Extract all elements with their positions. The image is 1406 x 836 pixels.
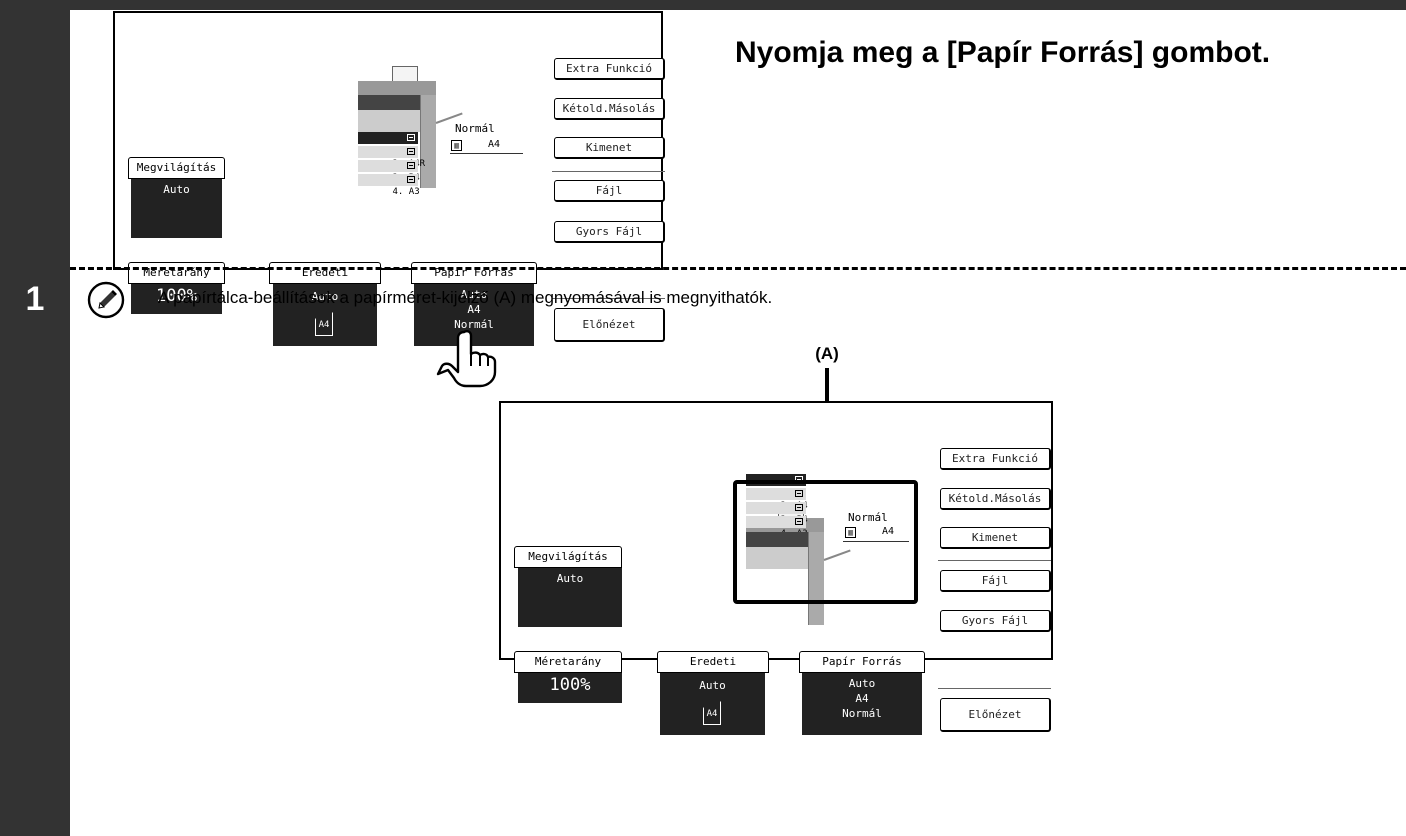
bypass-tray-icon: ▥ <box>451 140 462 151</box>
tray-icon <box>407 148 415 155</box>
copier-panel-secondary: 1. A4 2. A4R 3. B4 4. A3 Normál ▥ A4 Ext… <box>499 401 1053 735</box>
top-bar <box>0 0 1406 10</box>
tray-2[interactable]: 2. A4R <box>358 146 425 169</box>
tray-list[interactable]: 1. A4 2. A4R 3. B4 4. A3 <box>358 132 425 197</box>
output-tray-icon <box>392 66 418 82</box>
note-text: A papírtálca-beállítások a papírméret-ki… <box>158 288 773 307</box>
paper-source-value-box[interactable]: Auto A4 Normál <box>802 673 922 735</box>
quick-file-button[interactable]: Gyors Fájl <box>554 221 665 243</box>
original-value-box[interactable]: Auto A4 <box>660 673 765 735</box>
exposure-tab[interactable]: Megvilágítás <box>128 157 225 179</box>
copier-panel-main: 1. A4 2. A4R 3. B4 4. A3 Normál ▥ A4 Ext… <box>113 11 665 346</box>
file-button[interactable]: Fájl <box>940 570 1051 592</box>
instruction-heading: Nyomja meg a [Papír Forrás] gombot. <box>735 36 1271 69</box>
duplex-copy-button[interactable]: Kétold.Másolás <box>940 488 1051 510</box>
exposure-tab[interactable]: Megvilágítás <box>514 546 622 568</box>
original-tab[interactable]: Eredeti <box>657 651 769 673</box>
exposure-value: Auto <box>163 183 190 196</box>
paper-source-tab[interactable]: Papír Forrás <box>799 651 925 673</box>
paper-size-display-highlight[interactable] <box>733 480 918 604</box>
bypass-type: Normál <box>455 122 495 135</box>
step-number: 1 <box>25 280 45 318</box>
exposure-value-box[interactable]: Auto <box>518 568 622 627</box>
preview-button[interactable]: Előnézet <box>940 698 1051 732</box>
tray-icon <box>407 134 415 141</box>
tray-3[interactable]: 3. B4 <box>358 160 420 183</box>
file-button[interactable]: Fájl <box>554 180 665 202</box>
ratio-tab[interactable]: Méretarány <box>514 651 622 673</box>
paper-source-line1: Auto <box>848 677 876 690</box>
paper-source-line2: A4 <box>855 692 869 705</box>
tray-4[interactable]: 4. A3 <box>358 174 420 197</box>
exposure-value-box[interactable]: Auto <box>131 179 222 238</box>
original-size: A4 <box>318 320 330 330</box>
ratio-tab[interactable]: Méretarány <box>128 262 225 284</box>
quick-file-button[interactable]: Gyors Fájl <box>940 610 1051 632</box>
pencil-icon <box>87 281 125 319</box>
original-value: Auto <box>699 679 726 692</box>
tray-icon <box>407 162 415 169</box>
original-size: A4 <box>706 709 718 719</box>
duplex-copy-button[interactable]: Kétold.Másolás <box>554 98 665 120</box>
bypass-size[interactable]: A4 <box>467 139 521 150</box>
preview-button[interactable]: Előnézet <box>554 308 665 342</box>
ratio-value-box[interactable]: 100% <box>518 673 622 703</box>
ratio-value: 100% <box>549 675 591 695</box>
pointing-hand-icon <box>436 330 497 388</box>
tray-1[interactable]: 1. A4 <box>358 132 420 155</box>
exposure-value: Auto <box>556 572 584 585</box>
original-tab[interactable]: Eredeti <box>269 262 381 284</box>
paper-source-tab[interactable]: Papír Forrás <box>411 262 537 284</box>
step-sidebar: 1 <box>0 10 70 836</box>
paper-source-line3: Normál <box>842 707 882 720</box>
tray-icon <box>407 176 415 183</box>
extra-function-button[interactable]: Extra Funkció <box>940 448 1051 470</box>
extra-function-button[interactable]: Extra Funkció <box>554 58 665 80</box>
callout-label: (A) <box>815 344 839 363</box>
output-button[interactable]: Kimenet <box>554 137 665 159</box>
step-divider <box>70 267 1406 270</box>
output-button[interactable]: Kimenet <box>940 527 1051 549</box>
